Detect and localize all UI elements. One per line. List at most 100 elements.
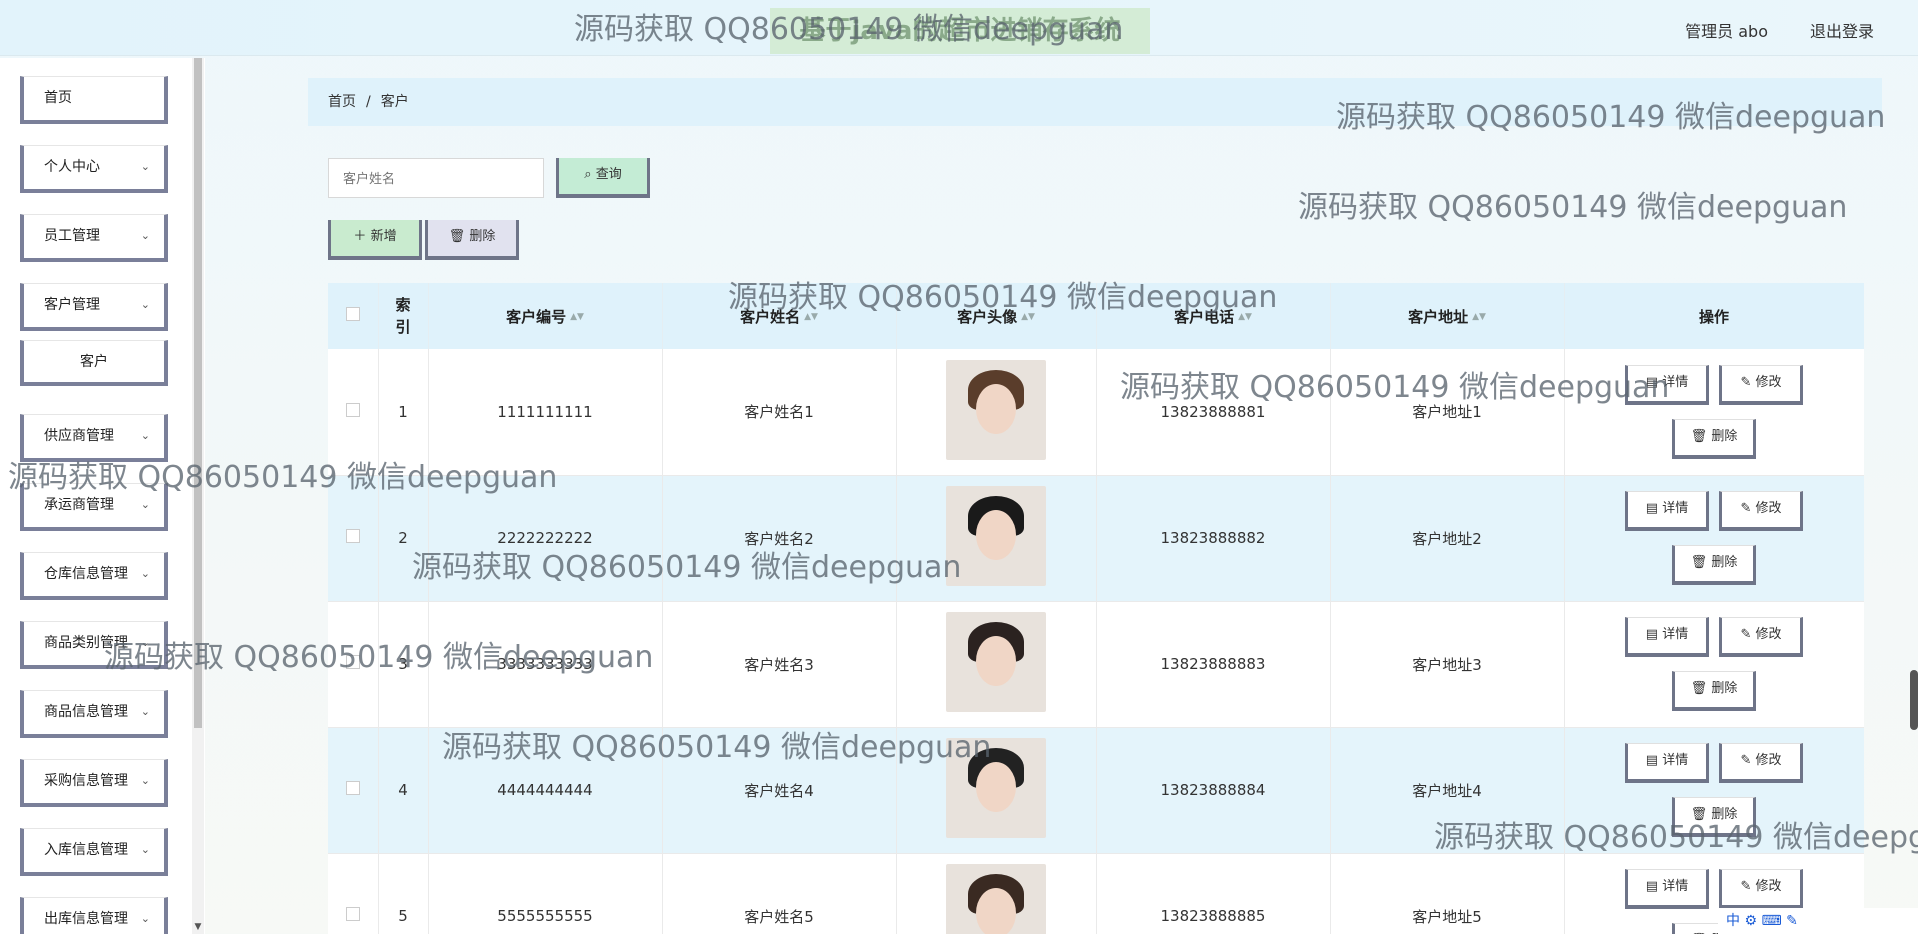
cell-code: 5555555555 [428, 853, 663, 934]
cell-actions: ▤ 详情✎ 修改 🗑 删除 [1564, 349, 1864, 476]
sidebar-item[interactable]: 采购信息管理 ⌄ [20, 759, 168, 807]
scroll-down-arrow-icon[interactable]: ▼ [192, 922, 204, 932]
sidebar-item[interactable]: 仓库信息管理 ⌄ [20, 552, 168, 600]
edit-button[interactable]: ✎ 修改 [1719, 364, 1803, 405]
row-select-cell[interactable] [328, 727, 379, 854]
row-checkbox[interactable] [345, 655, 360, 669]
edit-button[interactable]: ✎ 修改 [1719, 869, 1803, 909]
logout-link[interactable]: 退出登录 [1810, 18, 1874, 42]
ime-mode-label[interactable]: 中 [1726, 913, 1740, 929]
cell-address: 客户地址4 [1330, 727, 1565, 854]
detail-button[interactable]: ▤ 详情 [1625, 617, 1709, 657]
customer-avatar[interactable] [946, 486, 1046, 586]
sidebar-item[interactable]: 员工管理 ⌄ [20, 214, 168, 262]
cell-index: 1 [378, 349, 429, 476]
sidebar-item[interactable]: 客户管理 ⌄ [20, 283, 168, 331]
cell-name: 客户姓名3 [662, 601, 897, 728]
edit-button[interactable]: ✎ 修改 [1719, 491, 1803, 531]
col-header-index: 索引 [378, 283, 429, 349]
sort-icon[interactable]: ▲▼ [1021, 312, 1035, 322]
cell-index: 4 [378, 727, 429, 854]
cell-code: 4444444444 [428, 727, 663, 854]
row-checkbox[interactable] [345, 781, 360, 795]
chevron-down-icon: ⌄ [140, 160, 150, 173]
customer-name-search-input[interactable] [328, 158, 544, 198]
sidebar-item[interactable]: 入库信息管理 ⌄ [20, 828, 168, 876]
sidebar-item-label: 商品类别管理 [44, 635, 128, 651]
table-row: 1 1111111111 客户姓名1 13823888881 客户地址1 ▤ 详情 ✎ 修改… [328, 349, 1864, 476]
row-select-cell[interactable] [328, 601, 379, 728]
sidebar-item[interactable]: 个人中心 ⌄ [20, 145, 168, 193]
customer-avatar[interactable] [946, 612, 1046, 712]
sidebar-item-label: 员工管理 [44, 228, 100, 244]
breadcrumb-home[interactable]: 首页 [328, 94, 356, 110]
row-checkbox[interactable] [345, 402, 360, 417]
table-row: 3 3333333333 客户姓名3 13823888883 客户地址3 ▤ 详情 ✎ 修改… [328, 601, 1864, 728]
edit-button[interactable]: ✎ 修改 [1719, 743, 1803, 783]
edit-button[interactable]: ✎ 修改 [1719, 617, 1803, 657]
sidebar-item[interactable]: 供应商管理 ⌄ [20, 414, 168, 462]
cell-address: 客户地址2 [1330, 475, 1565, 602]
delete-button[interactable]: 🗑 删除 [1672, 797, 1756, 837]
sidebar-item-label: 客户 [80, 354, 108, 370]
add-button[interactable]: ＋ 新增 [328, 220, 422, 260]
watermark: 源码获取 QQ86050149 微信deepguan [1298, 190, 1848, 225]
sidebar-item[interactable]: 承运商管理 ⌄ [20, 483, 168, 531]
sidebar-scrollbar-thumb[interactable] [194, 58, 202, 728]
col-header-name[interactable]: 客户姓名 ▲▼ [662, 283, 897, 349]
cell-phone: 13823888882 [1096, 475, 1331, 602]
batch-delete-button[interactable]: 🗑 删除 [425, 220, 519, 260]
row-select-cell[interactable] [328, 349, 379, 476]
cell-phone: 13823888885 [1096, 853, 1331, 934]
sort-icon[interactable]: ▲▼ [804, 312, 818, 322]
customer-avatar[interactable] [946, 359, 1046, 460]
customer-avatar[interactable] [946, 738, 1046, 838]
page-scrollbar-thumb[interactable] [1910, 670, 1918, 730]
select-all-cell[interactable] [328, 283, 379, 349]
trash-icon: 🗑 [1690, 428, 1712, 444]
sidebar-item[interactable]: 商品信息管理 ⌄ [20, 690, 168, 738]
row-checkbox[interactable] [345, 529, 360, 543]
pencil-icon: ✎ [1740, 753, 1756, 768]
detail-button[interactable]: ▤ 详情 [1625, 869, 1709, 909]
delete-button[interactable]: 🗑 删除 [1672, 545, 1756, 585]
document-icon: ▤ [1645, 374, 1663, 390]
sort-icon[interactable]: ▲▼ [1472, 312, 1486, 322]
row-select-cell[interactable] [328, 853, 379, 934]
col-header-code[interactable]: 客户编号 ▲▼ [428, 283, 663, 349]
sort-icon[interactable]: ▲▼ [570, 312, 584, 322]
cell-name: 客户姓名5 [662, 853, 897, 934]
cell-avatar [896, 853, 1097, 934]
chevron-down-icon: ⌄ [140, 705, 150, 718]
row-select-cell[interactable] [328, 475, 379, 602]
sidebar-item[interactable]: 首页 [20, 76, 168, 124]
chevron-down-icon: ⌄ [140, 229, 150, 242]
row-checkbox[interactable] [345, 907, 360, 921]
sidebar-scrollbar[interactable]: ▼ [192, 58, 204, 934]
select-all-checkbox[interactable] [345, 307, 360, 321]
delete-button[interactable]: 🗑 删除 [1672, 671, 1756, 711]
col-header-avatar[interactable]: 客户头像 ▲▼ [896, 283, 1097, 349]
cell-avatar [896, 349, 1097, 476]
customer-avatar[interactable] [946, 864, 1046, 934]
detail-button[interactable]: ▤ 详情 [1625, 743, 1709, 783]
sidebar-item[interactable]: 商品类别管理 ⌄ [20, 621, 168, 669]
detail-button[interactable]: ▤ 详情 [1625, 364, 1709, 405]
sidebar-item[interactable]: 客户 [20, 340, 168, 386]
ime-toolbar[interactable]: 中 ⚙ ⌨ ✎ [1718, 908, 1918, 934]
sort-icon[interactable]: ▲▼ [1238, 312, 1252, 322]
document-icon: ▤ [1645, 627, 1663, 642]
document-icon: ▤ [1645, 879, 1663, 894]
delete-button[interactable]: 🗑 删除 [1672, 418, 1756, 459]
cell-actions: ▤ 详情✎ 修改 🗑 删除 [1564, 727, 1864, 854]
table-row: 4 4444444444 客户姓名4 13823888884 客户地址4 ▤ 详情 ✎ 修改… [328, 727, 1864, 854]
sidebar-item[interactable]: 出库信息管理 ⌄ [20, 897, 168, 934]
cell-avatar [896, 727, 1097, 854]
pencil-icon: ✎ [1740, 879, 1756, 894]
detail-button[interactable]: ▤ 详情 [1625, 491, 1709, 531]
search-button[interactable]: ⌕ 查询 [556, 158, 650, 198]
col-header-address[interactable]: 客户地址 ▲▼ [1330, 283, 1565, 349]
col-header-phone[interactable]: 客户电话 ▲▼ [1096, 283, 1331, 349]
customer-table: 索引 客户编号 ▲▼ 客户姓名 ▲▼ 客户头像 ▲▼ 客户电话 ▲▼ 客户地址 ▲▼ 操作… [328, 283, 1864, 934]
cell-name: 客户姓名2 [662, 475, 897, 602]
